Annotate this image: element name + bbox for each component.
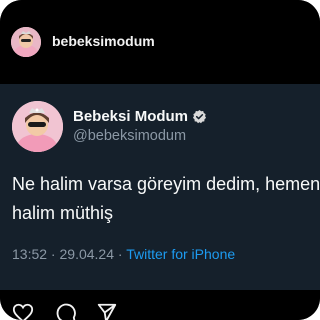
tweet-display-name[interactable]: Bebeksi Modum bbox=[73, 108, 188, 125]
tweet-name-row: Bebeksi Modum bbox=[73, 106, 207, 126]
tweet-meta: 13:52 · 29.04.24 · Twitter for iPhone bbox=[12, 246, 235, 262]
tweet-time[interactable]: 13:52 bbox=[12, 246, 47, 262]
instagram-post-header: bebeksimodum bbox=[0, 0, 320, 84]
verified-badge-icon bbox=[192, 109, 207, 124]
comment-icon[interactable] bbox=[55, 302, 77, 320]
tweet-text: Ne halim varsa göreyim dedim, hemen hali… bbox=[12, 170, 320, 228]
instagram-action-bar bbox=[0, 290, 320, 320]
tweet-card: Bebeksi Modum @bebeksimodum Ne halim var… bbox=[0, 84, 320, 290]
tweet-avatar[interactable] bbox=[12, 101, 63, 152]
tweet-source-link[interactable]: Twitter for iPhone bbox=[126, 246, 235, 262]
instagram-username[interactable]: bebeksimodum bbox=[52, 33, 155, 49]
send-icon[interactable] bbox=[96, 302, 118, 320]
tweet-text-line-2: halim müthiş bbox=[12, 203, 114, 223]
tweet-handle[interactable]: @bebeksimodum bbox=[73, 128, 186, 144]
meta-separator-2: · bbox=[114, 246, 127, 262]
heart-icon[interactable] bbox=[12, 302, 34, 320]
tweet-date[interactable]: 29.04.24 bbox=[60, 246, 115, 262]
tweet-text-line-1: Ne halim varsa göreyim dedim, hemen bbox=[12, 174, 320, 194]
meta-separator: · bbox=[47, 246, 60, 262]
post-frame: bebeksimodum Bebeksi Modum @bebeksimodum… bbox=[0, 0, 320, 320]
instagram-avatar[interactable] bbox=[11, 27, 41, 57]
